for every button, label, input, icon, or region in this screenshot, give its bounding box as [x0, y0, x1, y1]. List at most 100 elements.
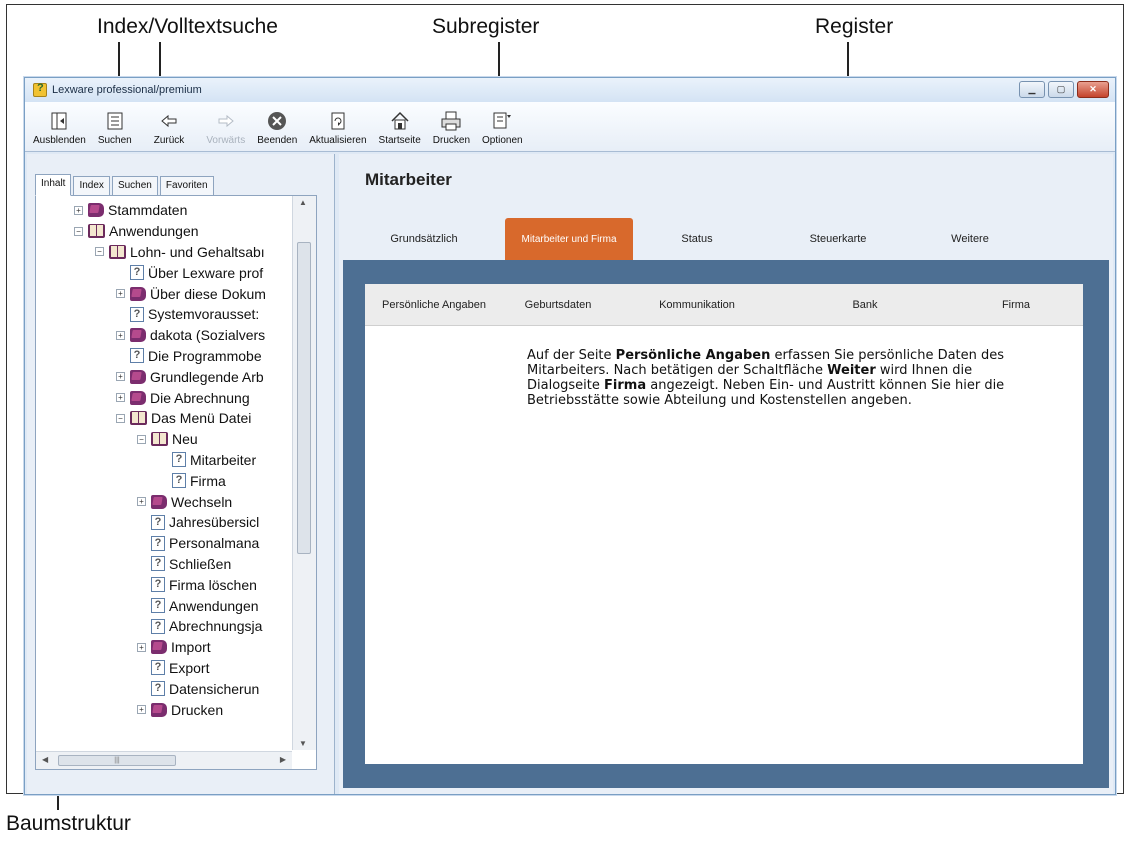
expand-icon[interactable]: + — [116, 393, 125, 403]
help-page-icon: ? — [130, 306, 144, 322]
collapse-icon[interactable]: − — [116, 413, 125, 423]
tree-item-label: Datensicherun — [169, 680, 260, 697]
tree-item[interactable]: − Lohn- und Gehaltsabı — [36, 242, 292, 263]
toolbar-stop-button[interactable]: Beenden — [251, 101, 303, 151]
closed-book-icon — [130, 328, 146, 343]
tree-item[interactable]: ? Firma — [36, 470, 292, 491]
tree-item[interactable]: + Drucken — [36, 699, 292, 720]
tree-item[interactable]: ? Schließen — [36, 554, 292, 575]
help-page-icon: ? — [151, 618, 165, 634]
maximize-button[interactable]: ▢ — [1048, 81, 1074, 98]
tree-item[interactable]: − Das Menü Datei — [36, 408, 292, 429]
tree-item-label: Firma löschen — [169, 576, 257, 593]
toolbar-print-button[interactable]: Drucken — [427, 101, 476, 151]
scroll-right-icon[interactable]: ▶ — [280, 755, 286, 764]
tree-item[interactable]: ? Export — [36, 658, 292, 679]
tab-contents[interactable]: Inhalt — [35, 174, 72, 196]
tree-item-label: Systemvorausset: — [148, 306, 260, 323]
toolbar-home-button[interactable]: Startseite — [373, 101, 427, 151]
title-bar: Lexware professional/premium ▁ ▢ ✕ — [25, 78, 1115, 102]
toolbar-options-button[interactable]: Optionen — [476, 101, 529, 151]
register-tab-basics[interactable]: Grundsätzlich — [343, 218, 505, 260]
content-card: Persönliche Angaben Geburtsdaten Kommuni… — [365, 284, 1083, 764]
tree-item[interactable]: ? Systemvorausset: — [36, 304, 292, 325]
expand-icon[interactable]: + — [74, 205, 83, 215]
register-tab-more[interactable]: Weitere — [915, 218, 1025, 260]
tree-item[interactable]: ? Datensicherun — [36, 678, 292, 699]
tree-item[interactable]: ? Jahresübersicl — [36, 512, 292, 533]
scroll-left-icon[interactable]: ◀ — [42, 755, 48, 764]
tree-item[interactable]: ? Über Lexware prof — [36, 262, 292, 283]
vertical-scroll-thumb[interactable] — [297, 242, 311, 554]
expand-icon[interactable]: + — [137, 705, 146, 715]
tree-item[interactable]: + Die Abrechnung — [36, 387, 292, 408]
close-button[interactable]: ✕ — [1077, 81, 1109, 98]
register-tab-employee-company[interactable]: Mitarbeiter und Firma — [505, 218, 633, 260]
tree-item[interactable]: ? Die Programmobe — [36, 346, 292, 367]
tab-search[interactable]: Suchen — [111, 176, 158, 196]
scroll-down-icon[interactable]: ▼ — [299, 739, 307, 748]
tree-item[interactable]: ? Firma löschen — [36, 574, 292, 595]
toolbar-refresh-button[interactable]: Aktualisieren — [303, 101, 372, 151]
tree-item[interactable]: + dakota (Sozialvers — [36, 325, 292, 346]
annotation-register: Register — [815, 15, 894, 38]
tree-item[interactable]: + Über diese Dokum — [36, 283, 292, 304]
tree-view: + Stammdaten − Anwendungen − Lohn- und Gehalt… — [36, 200, 292, 750]
horizontal-scrollbar[interactable]: ◀ ||| ▶ — [36, 751, 292, 769]
toolbar-hide-button[interactable]: Ausblenden — [27, 101, 92, 151]
window-controls: ▁ ▢ ✕ — [1019, 81, 1109, 98]
expand-icon[interactable]: + — [116, 372, 125, 382]
register-tab-tax-card[interactable]: Steuerkarte — [761, 218, 915, 260]
navigation-pane: Inhalt Index Suchen Favoriten + Stammdate… — [27, 154, 335, 794]
subtab-personal-data[interactable]: Persönliche Angaben — [365, 299, 503, 311]
tree-item-label: Firma — [190, 472, 226, 489]
annotation-subregister: Subregister — [432, 15, 540, 38]
tree-item[interactable]: + Stammdaten — [36, 200, 292, 221]
tree-item[interactable]: + Wechseln — [36, 491, 292, 512]
minimize-button[interactable]: ▁ — [1019, 81, 1045, 98]
tree-item[interactable]: + Grundlegende Arb — [36, 366, 292, 387]
subtab-birth-data[interactable]: Geburtsdaten — [503, 299, 613, 311]
printer-icon — [440, 110, 462, 132]
stop-icon — [266, 110, 288, 132]
collapse-icon[interactable]: − — [137, 434, 146, 444]
window-title: Lexware professional/premium — [52, 84, 202, 96]
content-pane: Mitarbeiter Grundsätzlich Mitarbeiter un… — [339, 154, 1113, 794]
register-tab-status[interactable]: Status — [633, 218, 761, 260]
tree-item[interactable]: ? Abrechnungsja — [36, 616, 292, 637]
subtab-communication[interactable]: Kommunikation — [613, 299, 781, 311]
tree-item[interactable]: ? Anwendungen — [36, 595, 292, 616]
open-book-icon — [88, 224, 105, 239]
closed-book-icon — [130, 286, 146, 301]
toolbar-forward-button[interactable]: Vorwärts — [200, 101, 251, 151]
toolbar-search-button[interactable]: Suchen — [92, 101, 138, 151]
help-page-icon: ? — [130, 265, 144, 281]
vertical-scrollbar[interactable]: ▲ ▼ — [292, 196, 316, 750]
scroll-up-icon[interactable]: ▲ — [299, 198, 307, 207]
tab-index[interactable]: Index — [73, 176, 110, 196]
tree-item[interactable]: ? Mitarbeiter — [36, 450, 292, 471]
tab-favorites[interactable]: Favoriten — [159, 176, 214, 196]
collapse-icon[interactable]: − — [74, 226, 83, 236]
subtab-bank[interactable]: Bank — [781, 299, 949, 311]
tree-item[interactable]: − Anwendungen — [36, 221, 292, 242]
tree-item-label: Die Abrechnung — [150, 389, 250, 406]
horizontal-scroll-thumb[interactable]: ||| — [58, 755, 176, 766]
tree-item-label: Abrechnungsja — [169, 618, 263, 635]
tree-item[interactable]: − Neu — [36, 429, 292, 450]
expand-icon[interactable]: + — [116, 330, 125, 340]
tree-item-label: Wechseln — [171, 493, 233, 510]
expand-icon[interactable]: + — [137, 642, 146, 652]
collapse-icon[interactable]: − — [95, 247, 104, 257]
closed-book-icon — [151, 494, 167, 509]
expand-icon[interactable]: + — [137, 497, 146, 507]
closed-book-icon — [130, 390, 146, 405]
back-arrow-icon — [158, 110, 180, 132]
toolbar-back-button[interactable]: Zurück — [138, 101, 201, 151]
subtab-company[interactable]: Firma — [949, 299, 1083, 311]
help-page-icon: ? — [151, 598, 165, 614]
tree-item[interactable]: ? Personalmana — [36, 533, 292, 554]
expand-icon[interactable]: + — [116, 289, 125, 299]
tree-item[interactable]: + Import — [36, 637, 292, 658]
closed-book-icon — [151, 640, 167, 655]
